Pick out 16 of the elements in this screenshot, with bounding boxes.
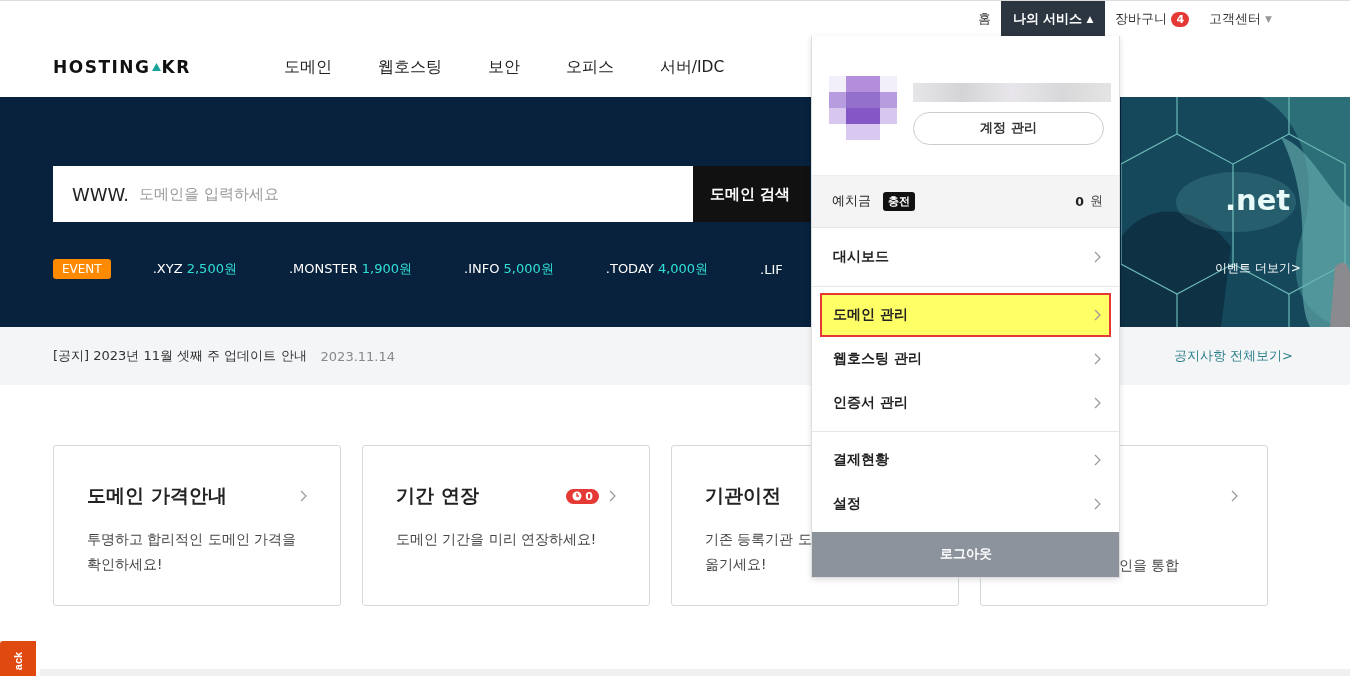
www-prefix: WWW. [72,183,130,205]
card-title: 기관이전 [705,483,781,508]
card-description: 기존 등록기관 도 옮기세요! [705,530,813,574]
card-description: 인을 통합 [1118,556,1181,575]
deposit-amount: 0 [1075,194,1084,209]
cart-count-badge: 4 [1171,11,1190,27]
expiry-count-badge: 0 [566,488,599,504]
card-title: 기간 연장 [396,483,479,508]
card-description: 도메인 기간을 미리 연장하세요! [396,530,598,549]
card-description: 투명하고 합리적인 도메인 가격을 확인하세요! [87,530,297,574]
event-badge: EVENT [53,259,111,279]
banner-title: .net [1225,183,1291,217]
card-title: 도메인 가격안내 [87,483,227,508]
notice-date: 2023.11.14 [320,348,395,364]
deposit-label: 예치금 [832,193,871,210]
currency-unit: 원 [1090,193,1103,210]
